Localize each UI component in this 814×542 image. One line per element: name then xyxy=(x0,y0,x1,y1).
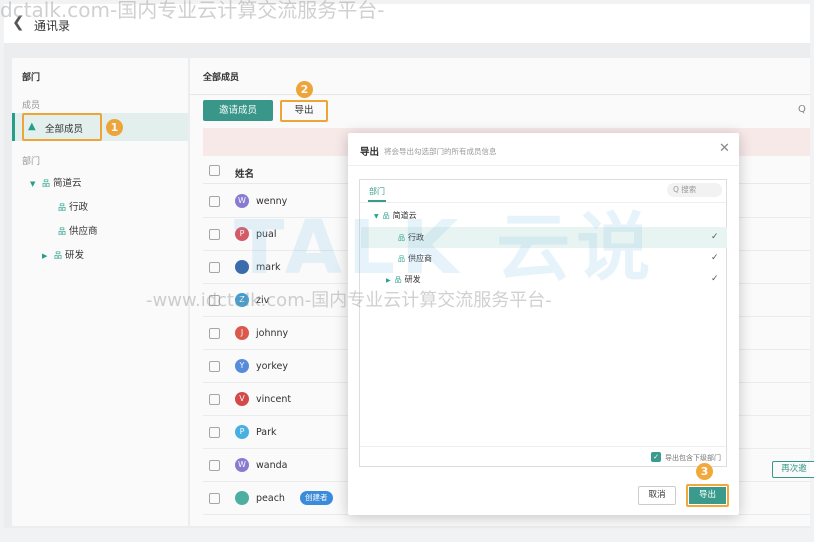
dialog-description: 将会导出勾选部门的所有成员信息 xyxy=(384,147,497,156)
chevron-left-icon[interactable]: ❮ xyxy=(12,15,25,30)
caret-down-icon[interactable]: ▼ xyxy=(374,213,379,220)
close-icon[interactable]: ✕ xyxy=(719,141,730,156)
search-input[interactable]: Q 搜索 xyxy=(667,183,722,197)
divider xyxy=(348,165,739,166)
callout-badge-3: 3 xyxy=(696,463,713,480)
member-name: peach xyxy=(256,493,285,504)
main-header: 全部成员 xyxy=(203,73,240,83)
caret-right-icon[interactable]: ▶ xyxy=(386,277,391,284)
divider xyxy=(190,94,810,95)
select-all-checkbox[interactable] xyxy=(209,165,220,176)
callout-badge-2: 2 xyxy=(296,81,313,98)
divider xyxy=(360,202,726,203)
member-name: ziv xyxy=(256,295,270,306)
avatar: P xyxy=(235,227,249,241)
active-indicator xyxy=(12,113,15,141)
avatar: W xyxy=(235,194,249,208)
check-icon[interactable]: ✓ xyxy=(711,232,719,242)
page-title: 通讯录 xyxy=(34,19,71,33)
tree-item-admin[interactable]: 品行政 xyxy=(58,199,88,213)
row-checkbox[interactable] xyxy=(209,262,220,273)
tree-item-root[interactable]: ▼ 品简道云 xyxy=(30,175,82,189)
export-dialog: 导出 将会导出勾选部门的所有成员信息 ✕ 部门 Q 搜索 ▼ 品简道云 品行政 ✓… xyxy=(348,133,739,515)
tree-item-root[interactable]: ▼ 品简道云 xyxy=(374,210,417,221)
row-checkbox[interactable] xyxy=(209,394,220,405)
row-checkbox[interactable] xyxy=(209,460,220,471)
org-icon: 品 xyxy=(54,251,62,260)
avatar: Z xyxy=(235,293,249,307)
members-section-label: 成员 xyxy=(22,101,41,111)
tree-item-supplier[interactable]: 品供应商 xyxy=(398,253,432,264)
dialog-title: 导出 xyxy=(360,147,380,158)
row-checkbox[interactable] xyxy=(209,229,220,240)
callout-badge-1: 1 xyxy=(106,119,123,136)
tree-item-rd[interactable]: ▶ 品研发 xyxy=(386,274,421,285)
caret-right-icon[interactable]: ▶ xyxy=(42,252,54,260)
include-subdept-checkbox[interactable]: ✓ xyxy=(651,452,661,462)
row-checkbox[interactable] xyxy=(209,196,220,207)
sidebar-item-all-members[interactable]: ▲ 全部成员 1 xyxy=(12,113,188,141)
left-sidebar: 部门 成员 ▲ 全部成员 1 部门 ▼ 品简道云 品行政 品供应商 ▶ 品研发 xyxy=(12,58,188,526)
tree-item-admin[interactable]: 品行政 xyxy=(398,232,424,243)
org-icon: 品 xyxy=(58,203,66,212)
avatar: P xyxy=(235,425,249,439)
invite-member-button[interactable]: 邀请成员 xyxy=(203,100,273,121)
org-icon: 品 xyxy=(394,276,402,284)
check-icon[interactable]: ✓ xyxy=(711,274,719,284)
export-button[interactable]: 导出 xyxy=(280,100,328,122)
member-name: Park xyxy=(256,427,277,438)
caret-down-icon[interactable]: ▼ xyxy=(30,180,42,188)
dept-section-label: 部门 xyxy=(22,157,41,167)
org-icon: 品 xyxy=(398,255,405,263)
cancel-button[interactable]: 取消 xyxy=(638,486,676,505)
tree-item-rd[interactable]: ▶ 品研发 xyxy=(42,247,84,261)
member-name: vincent xyxy=(256,394,292,405)
column-header-name: 姓名 xyxy=(235,169,255,180)
member-name: wenny xyxy=(256,196,288,207)
member-name: johnny xyxy=(256,328,289,339)
avatar: J xyxy=(235,326,249,340)
avatar: V xyxy=(235,392,249,406)
search-icon[interactable]: Q xyxy=(798,104,806,115)
include-subdept-label: 导出包含下级部门 xyxy=(665,454,721,462)
confirm-export-button[interactable]: 导出 xyxy=(689,487,726,504)
all-members-label: 全部成员 xyxy=(45,124,84,135)
sidebar-header: 部门 xyxy=(22,73,41,83)
check-icon[interactable]: ✓ xyxy=(711,253,719,263)
confirm-highlight-box: 导出 xyxy=(686,484,729,507)
top-bar: ❮ 通讯录 xyxy=(4,4,810,44)
member-name: wanda xyxy=(256,460,288,471)
member-name: mark xyxy=(256,262,281,273)
member-name: yorkey xyxy=(256,361,288,372)
org-icon: 品 xyxy=(398,234,405,242)
dept-select-panel: 部门 Q 搜索 ▼ 品简道云 品行政 ✓ 品供应商 ✓ ▶ 品研发 ✓ ✓ 导出包含… xyxy=(359,179,727,467)
divider xyxy=(360,446,726,447)
avatar: W xyxy=(235,458,249,472)
org-icon: 品 xyxy=(382,212,390,220)
row-checkbox[interactable] xyxy=(209,427,220,438)
person-icon: ▲ xyxy=(28,121,36,132)
org-icon: 品 xyxy=(58,227,66,236)
row-checkbox[interactable] xyxy=(209,328,220,339)
row-checkbox[interactable] xyxy=(209,295,220,306)
tab-dept[interactable]: 部门 xyxy=(369,186,385,197)
row-checkbox[interactable] xyxy=(209,493,220,504)
avatar: Y xyxy=(235,359,249,373)
member-name: pual xyxy=(256,229,277,240)
org-icon: 品 xyxy=(42,179,50,188)
row-checkbox[interactable] xyxy=(209,361,220,372)
avatar xyxy=(235,260,249,274)
avatar xyxy=(235,491,249,505)
reinvite-button[interactable]: 再次邀 xyxy=(772,461,814,478)
tree-item-supplier[interactable]: 品供应商 xyxy=(58,223,98,237)
creator-badge: 创建者 xyxy=(300,491,333,505)
